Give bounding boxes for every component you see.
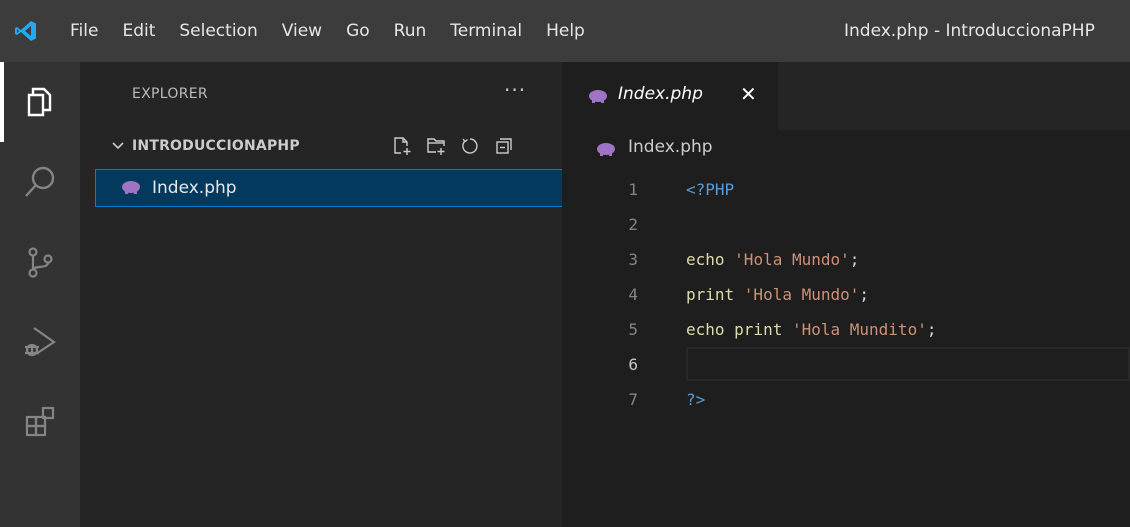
line-text: print 'Hola Mundo'; [686, 277, 869, 312]
files-icon [27, 87, 52, 117]
line-number: 5 [628, 320, 638, 339]
current-line-highlight [686, 347, 1130, 381]
php-file-icon [122, 181, 140, 194]
line-text: echo 'Hola Mundo'; [686, 242, 859, 277]
menu-edit[interactable]: Edit [110, 0, 167, 62]
code-token: <?PHP [686, 180, 735, 199]
code-line[interactable]: 3 echo 'Hola Mundo'; [562, 242, 1130, 277]
tab-bar: Index.php ✕ [562, 62, 1130, 130]
workspace-title: INTRODUCCIONAPHP [132, 138, 300, 154]
workspace-section-header[interactable]: INTRODUCCIONAPHP [80, 130, 562, 164]
activity-bar [0, 62, 80, 527]
menu-help[interactable]: Help [534, 0, 597, 62]
refresh-button[interactable] [458, 134, 482, 158]
code-token: 'Hola Mundito' [791, 320, 927, 339]
code-token: 'Hola Mundo' [734, 250, 850, 269]
menu-selection[interactable]: Selection [167, 0, 269, 62]
code-token: print [686, 285, 744, 304]
code-token: 'Hola Mundo' [743, 285, 860, 304]
vscode-logo-icon [0, 0, 52, 62]
explorer-header: EXPLORER ··· [80, 62, 562, 130]
activity-source-control[interactable] [0, 222, 80, 302]
php-file-icon [597, 143, 615, 156]
tab-label: Index.php [618, 84, 703, 104]
code-line[interactable]: 2 [562, 207, 1130, 242]
editor-area: Index.php ✕ Index.php 1 <?PHP 2 3 echo 'Hola… [562, 62, 1130, 527]
menu-terminal[interactable]: Terminal [438, 0, 534, 62]
line-number: 2 [628, 215, 638, 234]
new-folder-button[interactable] [424, 134, 448, 158]
line-number: 7 [628, 390, 638, 409]
code-editor[interactable]: 1 <?PHP 2 3 echo 'Hola Mundo'; 4 print 'Hola M… [562, 172, 1130, 417]
title-bar: File Edit Selection View Go Run Terminal… [0, 0, 1130, 62]
chevron-down-icon [112, 142, 124, 150]
menu-bar: File Edit Selection View Go Run Terminal… [52, 0, 597, 62]
tab-index-php[interactable]: Index.php ✕ [562, 62, 778, 130]
section-actions [390, 134, 516, 158]
new-file-button[interactable] [390, 134, 414, 158]
new-file-icon [394, 137, 411, 155]
breadcrumb[interactable]: Index.php [562, 130, 1130, 164]
code-token: echo print [686, 320, 792, 339]
menu-run[interactable]: Run [382, 0, 439, 62]
line-number: 6 [628, 355, 638, 374]
tab-close-button[interactable]: ✕ [740, 82, 757, 106]
php-file-icon [589, 90, 607, 103]
line-number: 4 [628, 285, 638, 304]
line-text: <?PHP [686, 172, 734, 207]
line-text: ?> [686, 382, 705, 417]
activity-explorer[interactable] [0, 62, 80, 142]
code-line[interactable]: 6 [562, 347, 1130, 382]
file-item-index-php[interactable]: Index.php [95, 169, 563, 207]
new-folder-icon [427, 138, 445, 155]
activity-extensions[interactable] [0, 382, 80, 462]
menu-file[interactable]: File [52, 0, 110, 62]
explorer-title: EXPLORER [132, 86, 208, 102]
search-icon [25, 166, 55, 197]
collapse-all-button[interactable] [492, 134, 516, 158]
code-token: ; [926, 320, 937, 339]
menu-view[interactable]: View [270, 0, 334, 62]
explorer-sidebar: EXPLORER ··· INTRODUCCIONAPHP Index.php [80, 62, 563, 527]
code-line[interactable]: 1 <?PHP [562, 172, 1130, 207]
collapse-all-icon [496, 138, 512, 154]
code-token: ?> [686, 390, 706, 409]
line-text: echo print 'Hola Mundito'; [686, 312, 936, 347]
menu-go[interactable]: Go [334, 0, 382, 62]
file-item-label: Index.php [152, 178, 237, 198]
more-actions-button[interactable]: ··· [504, 78, 526, 102]
extensions-icon [25, 406, 55, 437]
line-number: 1 [628, 180, 638, 199]
refresh-icon [462, 138, 478, 154]
activity-search[interactable] [0, 142, 80, 222]
code-line[interactable]: 5 echo print 'Hola Mundito'; [562, 312, 1130, 347]
code-token: ; [859, 285, 870, 304]
source-control-icon [28, 247, 53, 278]
code-line[interactable]: 4 print 'Hola Mundo'; [562, 277, 1130, 312]
code-line[interactable]: 7 ?> [562, 382, 1130, 417]
run-debug-icon [25, 327, 56, 357]
activity-run-debug[interactable] [0, 302, 80, 382]
code-token: ; [849, 250, 860, 269]
breadcrumb-label: Index.php [628, 137, 713, 157]
window-title: Index.php - IntroduccionaPHP [844, 21, 1095, 41]
line-number: 3 [628, 250, 638, 269]
code-token: echo [686, 250, 735, 269]
